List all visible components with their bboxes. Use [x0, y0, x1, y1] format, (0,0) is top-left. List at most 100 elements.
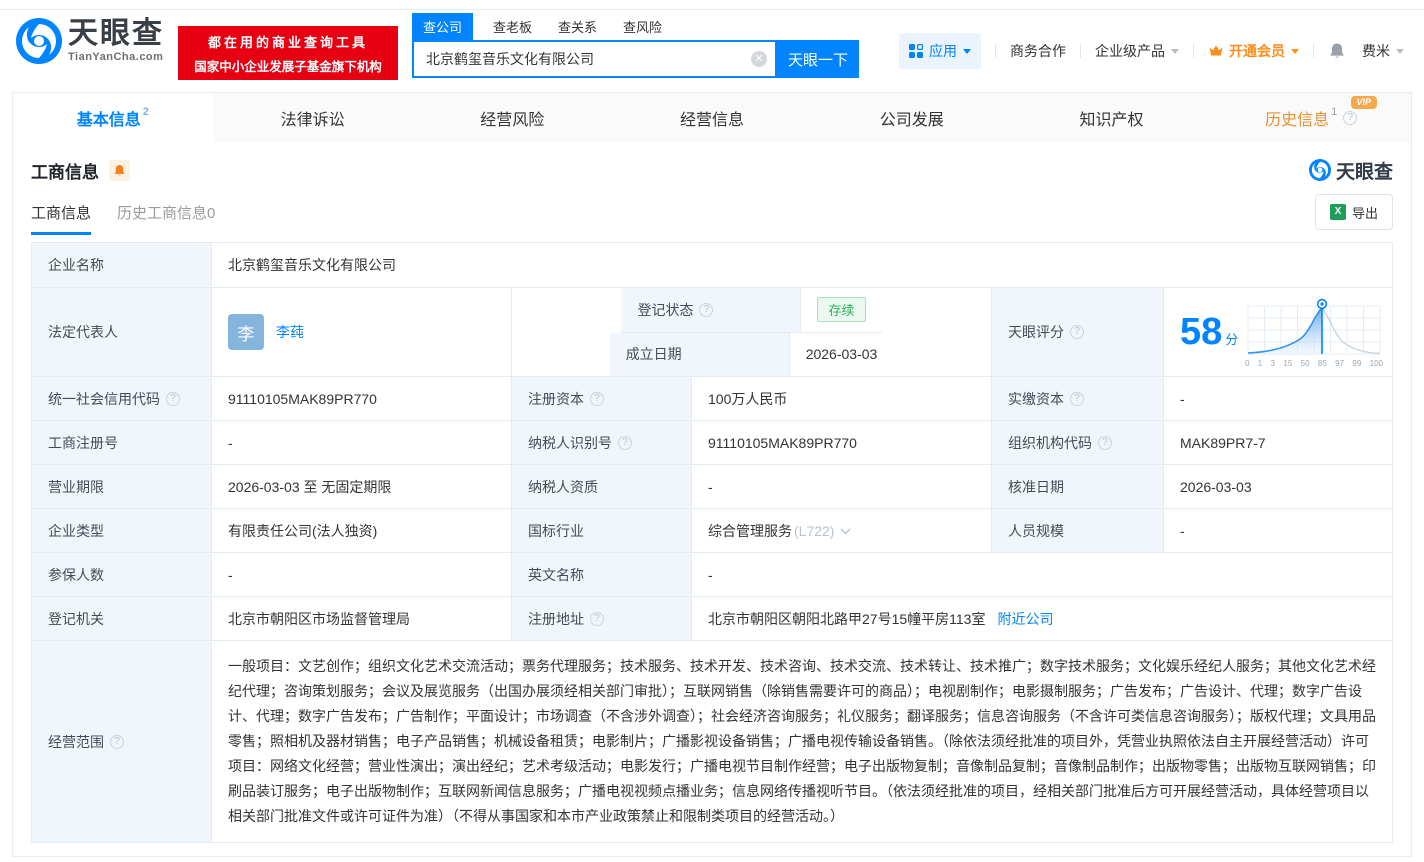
axis-tick: 100	[1369, 359, 1383, 368]
tab-operation-info[interactable]: 经营信息	[612, 93, 812, 143]
address-cell: 北京市朝阳区朝阳北路甲27号15幢平房113室 附近公司	[692, 597, 1392, 640]
table-subrow: 成立日期 2026-03-03	[609, 332, 894, 376]
field-label: 成立日期	[609, 332, 790, 376]
field-label-text: 登记状态	[637, 301, 694, 318]
axis-tick: 3	[1270, 359, 1276, 368]
credit-code-value: 91110105MAK89PR770	[212, 377, 512, 420]
industry-value[interactable]: 综合管理服务 (L722)	[692, 509, 992, 552]
score-cell: 58 分 0 1 3 15 50 85 97 99 100	[1164, 288, 1392, 376]
top-nav: 应用 商务合作 企业级产品 开通会员 费米	[899, 32, 1404, 70]
field-label: 企业类型	[32, 509, 212, 552]
card-body: 工商信息 天眼查 工商信息 历史工商信息0 X 导出 企业名称 北京鹤玺音乐文化…	[13, 143, 1411, 843]
field-label-text: 天眼评分	[1008, 324, 1064, 340]
help-icon[interactable]: ?	[1343, 111, 1358, 125]
help-icon[interactable]: ?	[590, 611, 604, 626]
subscribe-bell-button[interactable]	[109, 159, 130, 181]
nav-divider	[995, 44, 996, 58]
nearby-companies-link[interactable]: 附近公司	[997, 609, 1053, 629]
legal-rep-link[interactable]: 李莼	[276, 322, 304, 342]
tab-intellectual-property[interactable]: 知识产权	[1012, 93, 1212, 143]
nav-user-label: 费米	[1362, 43, 1390, 59]
tianyancha-logo-icon	[16, 18, 62, 64]
nav-apps[interactable]: 应用	[899, 33, 981, 69]
help-icon[interactable]: ?	[1098, 435, 1112, 450]
nav-cooperation[interactable]: 商务合作	[1010, 41, 1066, 61]
search-input-wrap: ✕	[412, 40, 777, 78]
section-head: 工商信息 天眼查	[31, 155, 1393, 185]
top-divider	[0, 0, 1424, 10]
subtab-row: 工商信息 历史工商信息0 X 导出	[31, 189, 1393, 235]
nav-enterprise[interactable]: 企业级产品	[1095, 41, 1179, 61]
tab-label: 基本信息	[76, 112, 141, 129]
field-label: 统一社会信用代码 ?	[32, 377, 212, 420]
tab-company-development[interactable]: 公司发展	[812, 93, 1012, 143]
search-input[interactable]	[412, 40, 777, 78]
score-curve-svg	[1247, 298, 1381, 355]
axis-tick: 85	[1317, 359, 1327, 368]
export-label: 导出	[1351, 205, 1378, 221]
export-button[interactable]: X 导出	[1314, 194, 1393, 230]
search-tab-risk[interactable]: 查风险	[623, 13, 662, 40]
notification-bell[interactable]	[1328, 42, 1346, 60]
field-label: 注册地址 ?	[512, 597, 692, 640]
tab-label: 历史信息	[1265, 112, 1330, 129]
help-icon[interactable]: ?	[618, 435, 632, 450]
field-label-text: 注册地址	[528, 610, 584, 627]
help-icon[interactable]: ?	[110, 734, 124, 749]
search-button[interactable]: 天眼一下	[777, 40, 859, 78]
field-label: 企业名称	[32, 243, 212, 287]
subtab-business-info[interactable]: 工商信息	[31, 202, 92, 235]
search-tab-relation[interactable]: 查关系	[558, 13, 597, 40]
caret-down-icon	[1291, 48, 1299, 54]
axis-tick: 0	[1245, 359, 1250, 368]
field-label-text: 统一社会信用代码	[48, 390, 160, 407]
field-label: 天眼评分 ?	[992, 288, 1164, 376]
nav-user[interactable]: 费米	[1362, 41, 1404, 61]
site-header: 天眼查 TianYanCha.com 都在用的商业查询工具 国家中小企业发展子基…	[0, 10, 1424, 92]
slogan-line2: 国家中小企业发展子基金旗下机构	[194, 59, 382, 74]
help-icon[interactable]: ?	[1070, 391, 1084, 406]
field-label-text: 组织机构代码	[1008, 434, 1092, 451]
field-label: 登记机关	[32, 597, 212, 640]
nav-vip[interactable]: 开通会员	[1208, 41, 1299, 61]
bell-icon	[114, 164, 125, 175]
help-icon[interactable]: ?	[166, 391, 180, 406]
help-icon[interactable]: ?	[1070, 325, 1084, 339]
search-tab-boss[interactable]: 查老板	[493, 13, 532, 40]
field-label: 参保人数	[32, 553, 212, 596]
search-tabs: 查公司 查老板 查关系 查风险	[412, 13, 859, 40]
legal-rep-cell: 李 李莼	[212, 288, 512, 376]
field-label: 工商注册号	[32, 421, 212, 464]
table-row: 营业期限 2026-03-03 至 无固定期限 纳税人资质 - 核准日期 202…	[32, 465, 1392, 509]
subtab-history-business-info[interactable]: 历史工商信息0	[117, 202, 215, 235]
site-logo[interactable]: 天眼查 TianYanCha.com	[16, 18, 164, 64]
clear-icon[interactable]: ✕	[751, 51, 767, 67]
section-title: 工商信息	[31, 162, 99, 182]
business-scope-value: 一般项目：文艺创作；组织文化艺术交流活动；票务代理服务；技术服务、技术开发、技术…	[228, 658, 1376, 824]
field-label: 纳税人资质	[512, 465, 692, 508]
tab-history-info[interactable]: VIP 历史信息 1 ?	[1211, 93, 1411, 143]
score-distribution-chart: 0 1 3 15 50 85 97 99 100	[1244, 296, 1384, 368]
taxpayer-quality-value: -	[692, 465, 992, 508]
field-label: 营业期限	[32, 465, 212, 508]
chevron-down-icon	[840, 528, 851, 535]
tianyan-score: 58 分	[1180, 313, 1238, 351]
tab-legal-lawsuits[interactable]: 法律诉讼	[213, 93, 413, 143]
business-term-value: 2026-03-03 至 无固定期限	[212, 465, 512, 508]
help-icon[interactable]: ?	[590, 391, 604, 406]
tab-operation-risk[interactable]: 经营风险	[412, 93, 612, 143]
staff-size-value: -	[1180, 522, 1185, 539]
reg-number-value: -	[212, 421, 512, 464]
axis-tick: 15	[1283, 359, 1293, 368]
legal-rep-avatar[interactable]: 李	[228, 314, 264, 350]
watermark-logo: 天眼查	[1308, 157, 1393, 184]
table-row: 登记机关 北京市朝阳区市场监督管理局 注册地址 ? 北京市朝阳区朝阳北路甲27号…	[32, 597, 1392, 641]
field-label: 组织机构代码 ?	[992, 421, 1164, 464]
apps-grid-icon	[909, 44, 923, 58]
nav-vip-label: 开通会员	[1229, 43, 1285, 59]
search-tab-company[interactable]: 查公司	[412, 13, 474, 40]
tab-basic-info[interactable]: 基本信息 2	[13, 93, 213, 143]
logo-title: 天眼查	[68, 17, 164, 50]
table-row: 企业类型 有限责任公司(法人独资) 国标行业 综合管理服务 (L722) 人员规…	[32, 509, 1392, 553]
help-icon[interactable]: ?	[699, 302, 714, 317]
